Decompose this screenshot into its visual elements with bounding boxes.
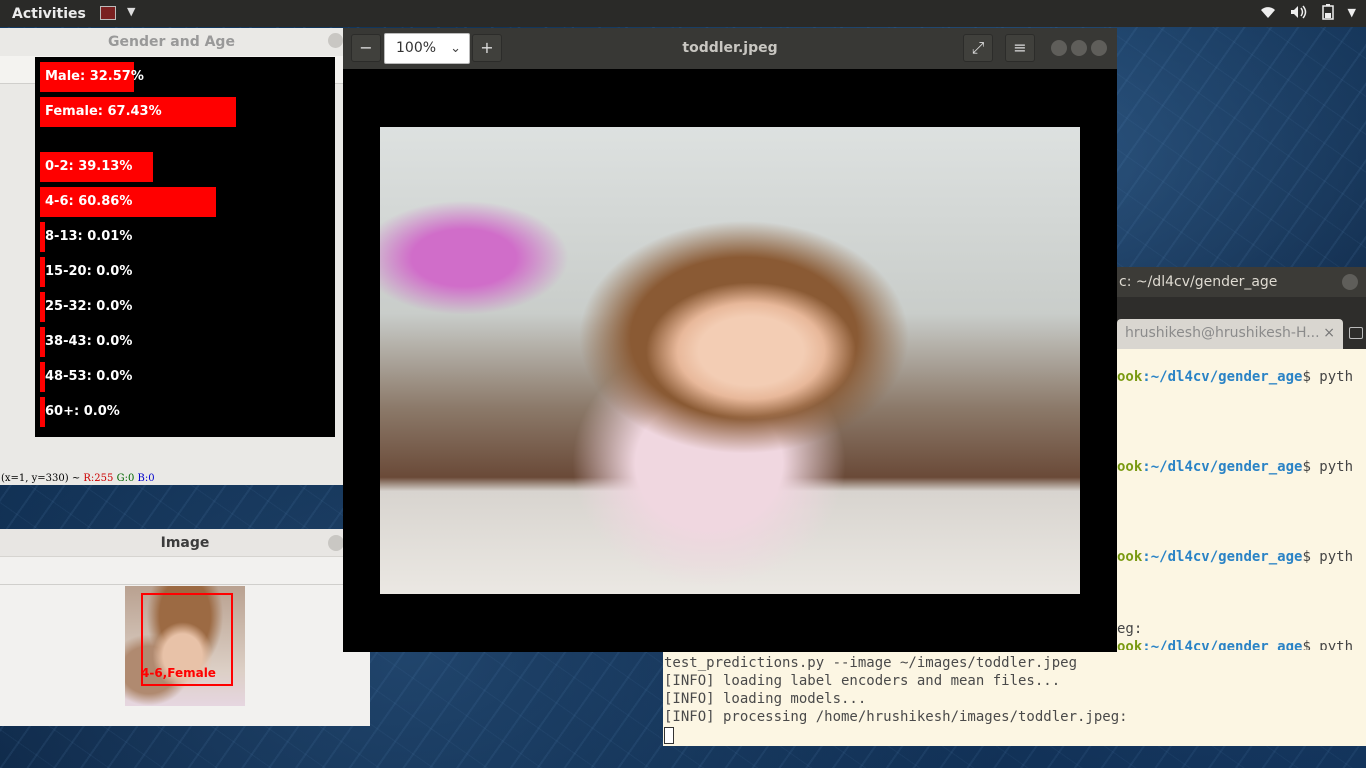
terminal-window: c: ~/dl4cv/gender_age hrushikesh@hrushik… (1117, 267, 1366, 657)
system-tray[interactable]: ▼ (1260, 4, 1356, 20)
probability-label: 4-6: 60.86% (45, 194, 133, 209)
top-bar: Activities ▼ ▼ (0, 0, 1366, 27)
tab-close-icon[interactable]: × (1323, 319, 1335, 347)
volume-icon[interactable] (1290, 5, 1308, 19)
toddler-photo (380, 127, 1080, 594)
terminal-titlebar[interactable]: c: ~/dl4cv/gender_age (1117, 267, 1366, 297)
activities-button[interactable]: Activities (12, 6, 86, 22)
terminal-tab-label: hrushikesh@hrushikesh-H... (1125, 325, 1320, 341)
terminal-line: eg: (1117, 621, 1143, 637)
pixel-g-value: G:0 (116, 473, 135, 484)
probability-label: 38-43: 0.0% (45, 334, 133, 349)
fullscreen-button[interactable]: ⤢ (963, 34, 993, 62)
face-prediction-label: 4-6,Female (141, 666, 216, 680)
zoom-value: 100% (396, 40, 437, 56)
zoom-select[interactable]: 100% ⌄ (384, 33, 470, 64)
menu-button[interactable]: ≡ (1005, 34, 1035, 62)
probability-label: 25-32: 0.0% (45, 299, 133, 314)
probability-canvas[interactable]: Male: 32.57% Female: 67.43% 0-2: 39.13% 4-6… (35, 57, 335, 437)
chevron-down-icon: ⌄ (450, 41, 461, 56)
image-viewer-window: toddler.jpeg − 100% ⌄ + ⤢ ≡ (343, 28, 1117, 652)
probability-label: Female: 67.43% (45, 104, 162, 119)
terminal-cursor (664, 727, 674, 744)
window-title: Gender and Age (108, 34, 235, 50)
pixel-status-bar: (x=1, y=330) ~ R:255 G:0 B:0 (0, 472, 343, 485)
window-title: Image (160, 534, 210, 551)
image-window: Image × 4-6,Female (0, 529, 370, 726)
probability-label: 15-20: 0.0% (45, 264, 133, 279)
probability-label: 0-2: 39.13% (45, 159, 133, 174)
terminal-tab[interactable]: hrushikesh@hrushikesh-H... × (1117, 319, 1343, 349)
app-menu-chevron-icon[interactable]: ▼ (127, 5, 135, 18)
probability-label: 48-53: 0.0% (45, 369, 133, 384)
face-thumbnail: 4-6,Female (125, 586, 245, 706)
terminal-output-area[interactable]: test_predictions.py --image ~/images/tod… (663, 650, 1366, 746)
image-titlebar[interactable]: Image × (0, 529, 370, 557)
maximize-icon[interactable] (1071, 40, 1087, 56)
probability-label: 60+: 0.0% (45, 404, 120, 419)
minimize-icon[interactable] (328, 33, 343, 48)
terminal-output-line: test_predictions.py --image ~/images/tod… (664, 655, 1078, 671)
new-tab-icon[interactable] (1349, 327, 1363, 339)
terminal-body[interactable]: ook:~/dl4cv/gender_age$ pyth ook:~/dl4cv… (1117, 349, 1366, 657)
minimize-icon[interactable] (1051, 40, 1067, 56)
image-toolbar (0, 557, 370, 585)
terminal-title: c: ~/dl4cv/gender_age (1119, 274, 1278, 290)
app-menu-icon[interactable] (100, 6, 116, 20)
wifi-icon[interactable] (1260, 5, 1276, 19)
probability-label: Male: 32.57% (45, 69, 144, 84)
terminal-output-line: [INFO] loading label encoders and mean f… (664, 673, 1061, 689)
zoom-in-button[interactable]: + (472, 34, 502, 62)
probability-label: 8-13: 0.01% (45, 229, 133, 244)
viewer-headerbar[interactable]: toddler.jpeg − 100% ⌄ + ⤢ ≡ (343, 28, 1117, 69)
terminal-line: ook:~/dl4cv/gender_age$ pyth (1117, 549, 1354, 565)
zoom-out-button[interactable]: − (351, 34, 381, 62)
close-icon[interactable] (1091, 40, 1107, 56)
terminal-output-line: [INFO] processing /home/hrushikesh/image… (664, 709, 1128, 725)
gender-age-titlebar[interactable]: Gender and Age (0, 28, 343, 56)
terminal-output-line: [INFO] loading models... (664, 691, 867, 707)
minimize-icon[interactable] (1342, 274, 1358, 290)
terminal-line: ook:~/dl4cv/gender_age$ pyth (1117, 459, 1354, 475)
battery-icon[interactable] (1321, 4, 1334, 20)
minimize-icon[interactable] (328, 535, 344, 551)
terminal-line: ook:~/dl4cv/gender_age$ pyth (1117, 369, 1354, 385)
terminal-tab-bar: hrushikesh@hrushikesh-H... × (1117, 297, 1366, 349)
system-menu-chevron-icon[interactable]: ▼ (1348, 6, 1356, 19)
pixel-r-value: R:255 (83, 473, 114, 484)
cursor-coords: (x=1, y=330) ~ (1, 473, 81, 484)
pixel-b-value: B:0 (137, 473, 155, 484)
